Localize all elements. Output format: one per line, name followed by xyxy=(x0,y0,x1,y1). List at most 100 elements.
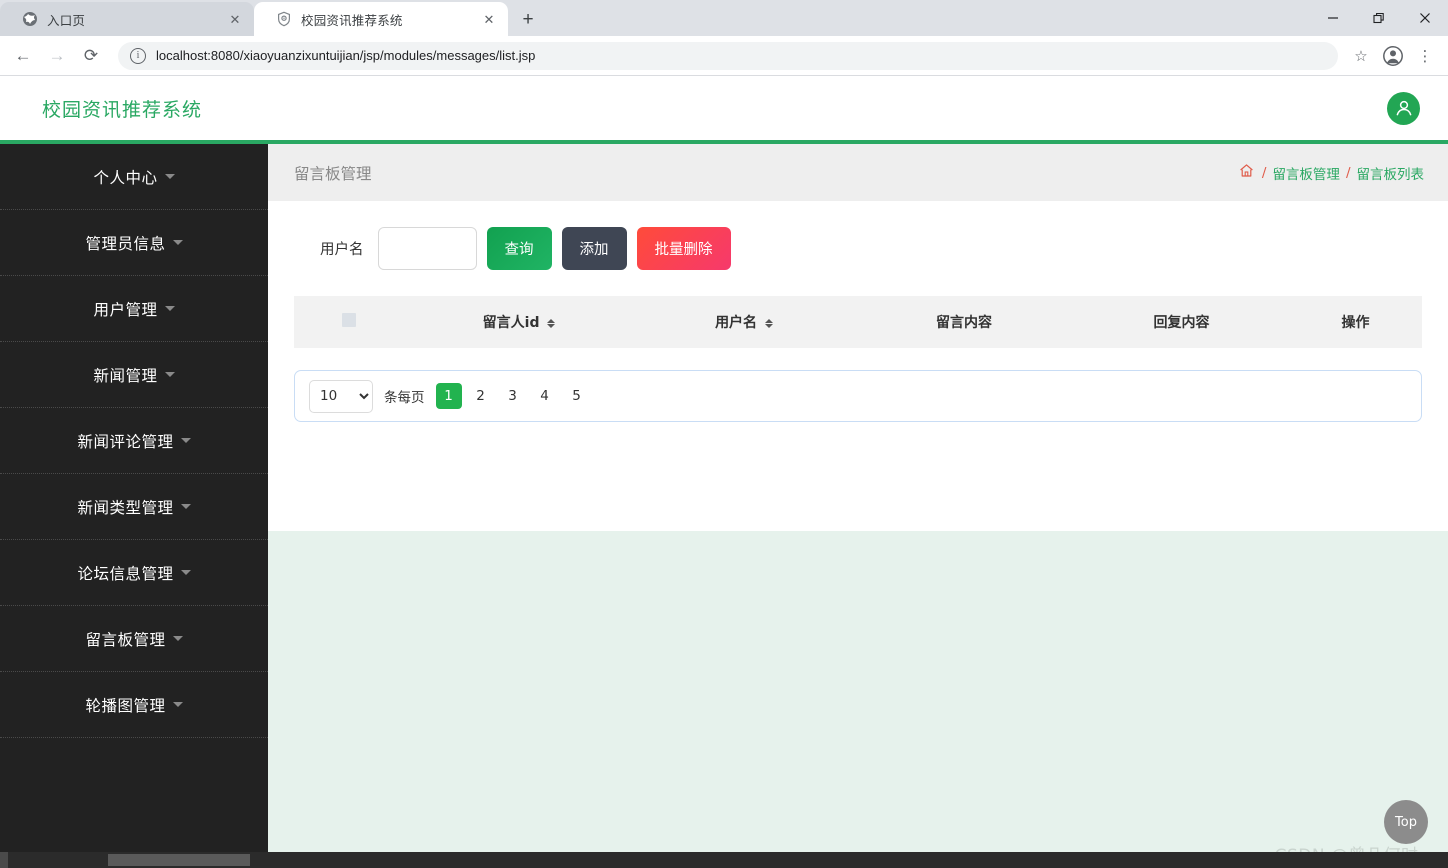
browser-tab-1-close-icon[interactable]: ✕ xyxy=(226,10,244,28)
address-bar[interactable]: i localhost:8080/xiaoyuanzixuntuijian/js… xyxy=(118,41,1338,70)
sidebar-item-label: 新闻评论管理 xyxy=(77,432,174,451)
page-button-3[interactable]: 3 xyxy=(500,383,526,409)
chevron-down-icon xyxy=(172,702,183,707)
browser-menu-icon[interactable]: ⋮ xyxy=(1410,41,1440,71)
search-field-label: 用户名 xyxy=(320,242,364,258)
page-button-4[interactable]: 4 xyxy=(532,383,558,409)
sidebar-item-label: 管理员信息 xyxy=(85,234,166,253)
sidebar-item-forum-management[interactable]: 论坛信息管理 xyxy=(0,540,268,606)
forward-icon[interactable]: → xyxy=(42,41,72,71)
select-all-checkbox[interactable] xyxy=(342,313,356,327)
sidebar-item-personal-center[interactable]: 个人中心 xyxy=(0,144,268,210)
chevron-down-icon xyxy=(164,372,175,377)
breadcrumb-item-2[interactable]: 留言板列表 xyxy=(1357,163,1425,183)
sort-icon[interactable] xyxy=(764,318,773,328)
browser-tab-1-title: 入口页 xyxy=(47,13,86,28)
breadcrumb: / 留言板管理 / 留言板列表 xyxy=(1239,163,1424,183)
query-button[interactable]: 查询 xyxy=(486,227,552,270)
profile-icon[interactable] xyxy=(1378,41,1408,71)
sidebar: 个人中心 管理员信息 用户管理 新闻管理 新闻评论管理 新闻类型管理 论坛信息管… xyxy=(0,144,268,868)
browser-tab-2[interactable]: 校园资讯推荐系统 ✕ xyxy=(254,2,508,36)
sidebar-item-user-management[interactable]: 用户管理 xyxy=(0,276,268,342)
search-input[interactable] xyxy=(377,227,477,270)
sidebar-item-label: 个人中心 xyxy=(93,168,158,187)
sidebar-item-label: 留言板管理 xyxy=(85,630,166,649)
sidebar-item-news-management[interactable]: 新闻管理 xyxy=(0,342,268,408)
sort-icon[interactable] xyxy=(547,318,556,328)
table-header-select-all[interactable] xyxy=(294,296,404,348)
breadcrumb-item-1[interactable]: 留言板管理 xyxy=(1272,163,1340,183)
table-header-actions: 操作 xyxy=(1289,296,1422,348)
scrollbar-left-arrow[interactable] xyxy=(0,852,8,868)
page-button-2[interactable]: 2 xyxy=(468,383,494,409)
sidebar-item-carousel-management[interactable]: 轮播图管理 xyxy=(0,672,268,738)
globe-icon xyxy=(22,11,38,27)
avatar[interactable] xyxy=(1387,91,1420,125)
app-title: 校园资讯推荐系统 xyxy=(42,98,203,121)
batch-delete-button[interactable]: 批量删除 xyxy=(636,227,731,270)
messages-table: 留言人id 用户名 留言内容 回复内容 操作 xyxy=(294,296,1422,348)
table-header-label: 操作 xyxy=(1341,315,1370,331)
search-toolbar: 用户名 查询 添加 批量删除 xyxy=(268,201,1448,296)
table-header-label: 用户名 xyxy=(715,315,758,331)
sidebar-item-label: 新闻管理 xyxy=(93,366,158,385)
sidebar-item-news-comment-management[interactable]: 新闻评论管理 xyxy=(0,408,268,474)
window-close-button[interactable] xyxy=(1402,2,1448,34)
pagination-bar: 10 条每页 1 2 3 4 5 xyxy=(294,370,1422,422)
page-title: 留言板管理 xyxy=(294,164,372,183)
back-icon[interactable]: ← xyxy=(8,41,38,71)
page-body: 个人中心 管理员信息 用户管理 新闻管理 新闻评论管理 新闻类型管理 论坛信息管… xyxy=(0,144,1448,868)
table-header-message-content: 留言内容 xyxy=(854,296,1074,348)
chevron-down-icon xyxy=(164,306,175,311)
per-page-label: 条每页 xyxy=(384,390,425,406)
sidebar-item-news-type-management[interactable]: 新闻类型管理 xyxy=(0,474,268,540)
chevron-down-icon xyxy=(164,174,175,179)
content-header: 留言板管理 / 留言板管理 / 留言板列表 xyxy=(268,144,1448,201)
window-minimize-button[interactable] xyxy=(1310,2,1356,34)
scroll-to-top-button[interactable]: Top xyxy=(1384,800,1428,844)
add-button[interactable]: 添加 xyxy=(561,227,627,270)
breadcrumb-separator: / xyxy=(1261,164,1267,181)
sidebar-item-label: 轮播图管理 xyxy=(85,696,166,715)
browser-tab-2-title: 校园资讯推荐系统 xyxy=(301,13,403,28)
sidebar-item-label: 用户管理 xyxy=(93,300,158,319)
table-header-label: 留言内容 xyxy=(936,315,992,331)
breadcrumb-separator: / xyxy=(1345,164,1351,181)
app-header: 校园资讯推荐系统 xyxy=(0,76,1448,140)
sidebar-item-label: 新闻类型管理 xyxy=(77,498,174,517)
reload-icon[interactable]: ⟳ xyxy=(76,41,106,71)
chevron-down-icon xyxy=(180,504,191,509)
main-content: 留言板管理 / 留言板管理 / 留言板列表 用户名 查询 添加 批量删除 留言人… xyxy=(268,144,1448,868)
table-header-label: 回复内容 xyxy=(1153,315,1210,331)
chevron-down-icon xyxy=(172,240,183,245)
sidebar-item-label: 论坛信息管理 xyxy=(77,564,174,583)
shield-icon xyxy=(276,11,292,27)
page-size-select[interactable]: 10 xyxy=(309,379,373,413)
browser-tab-2-close-icon[interactable]: ✕ xyxy=(480,10,498,28)
table-header-username[interactable]: 用户名 xyxy=(634,296,854,348)
page-button-1[interactable]: 1 xyxy=(435,383,462,409)
address-bar-url: localhost:8080/xiaoyuanzixuntuijian/jsp/… xyxy=(156,48,536,63)
table-header-reply-content: 回复内容 xyxy=(1074,296,1289,348)
page-button-5[interactable]: 5 xyxy=(564,383,590,409)
chevron-down-icon xyxy=(172,636,183,641)
horizontal-scrollbar[interactable] xyxy=(0,852,1448,868)
home-icon[interactable] xyxy=(1239,163,1254,182)
browser-window: 入口页 ✕ 校园资讯推荐系统 ✕ + ← → ⟳ i localhost:808… xyxy=(0,0,1448,868)
browser-navbar: ← → ⟳ i localhost:8080/xiaoyuanzixuntuij… xyxy=(0,36,1448,76)
chevron-down-icon xyxy=(180,438,191,443)
new-tab-button[interactable]: + xyxy=(514,5,542,33)
window-controls xyxy=(1310,0,1448,36)
window-restore-button[interactable] xyxy=(1356,2,1402,34)
page-viewport: 校园资讯推荐系统 个人中心 管理员信息 用户管理 新闻管理 新闻评论管理 新闻类… xyxy=(0,76,1448,868)
table-header-sender-id[interactable]: 留言人id xyxy=(404,296,634,348)
content-panel: 用户名 查询 添加 批量删除 留言人id 用户名 留言内容 回复内容 操作 10… xyxy=(268,201,1448,531)
sidebar-item-message-board-management[interactable]: 留言板管理 xyxy=(0,606,268,672)
browser-tab-1[interactable]: 入口页 ✕ xyxy=(0,2,254,36)
sidebar-item-admin-info[interactable]: 管理员信息 xyxy=(0,210,268,276)
browser-tabstrip: 入口页 ✕ 校园资讯推荐系统 ✕ + xyxy=(0,0,1448,36)
scrollbar-thumb[interactable] xyxy=(108,854,250,866)
bookmark-star-icon[interactable]: ☆ xyxy=(1346,41,1376,71)
table-header-label: 留言人id xyxy=(482,315,540,331)
site-info-icon[interactable]: i xyxy=(130,47,146,64)
